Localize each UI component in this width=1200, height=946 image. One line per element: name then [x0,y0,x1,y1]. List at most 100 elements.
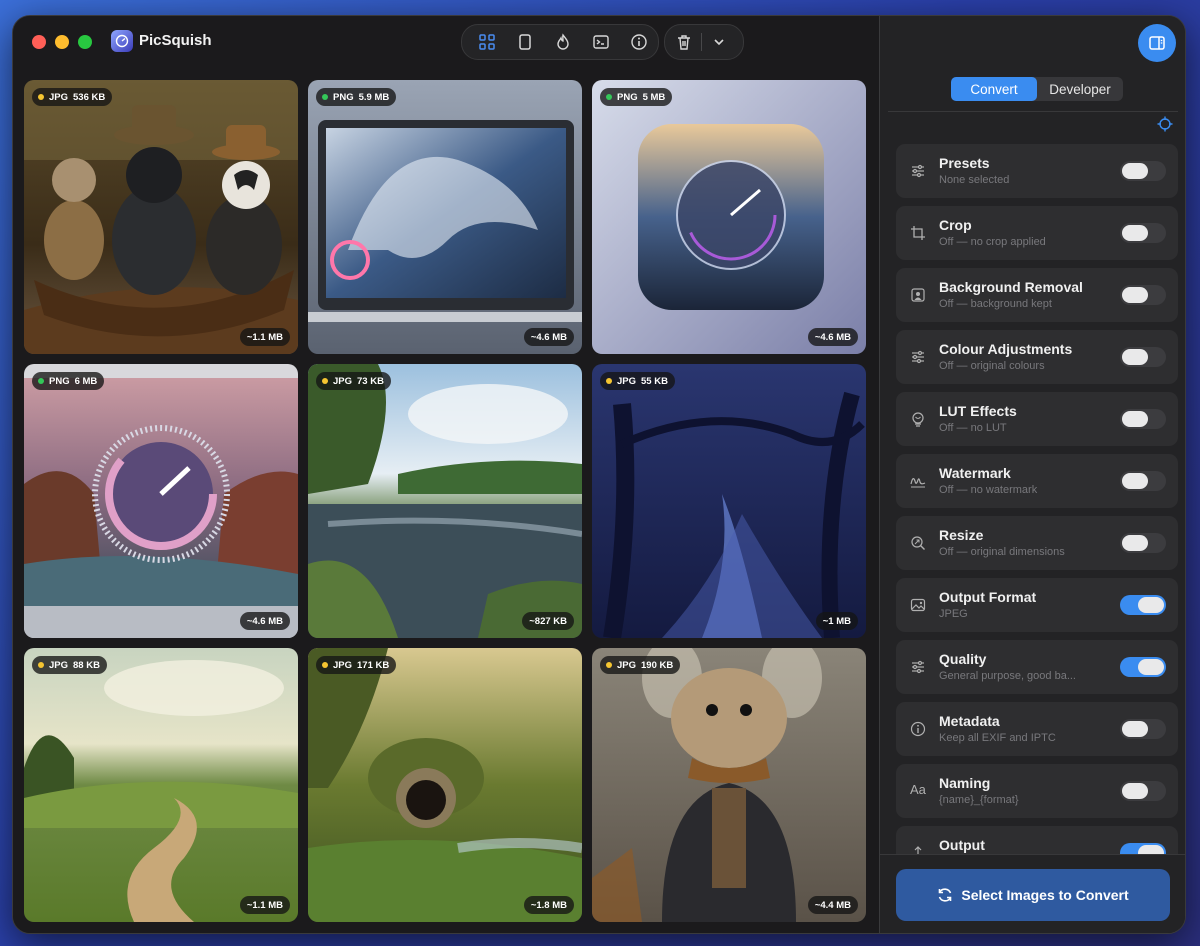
resize-toggle[interactable] [1120,533,1166,553]
format-label: JPG [333,659,353,671]
image-tile[interactable]: PNG 5.9 MB ~4.6 MB [308,80,582,354]
image-icon [910,597,926,613]
single-view-icon [519,34,531,50]
tab-developer[interactable]: Developer [1037,77,1123,101]
original-format-badge: PNG 5 MB [600,88,673,106]
original-format-badge: JPG 190 KB [600,656,681,674]
setting-subtitle: Off — no watermark [939,484,1038,496]
setting-card-presets[interactable]: Presets None selected [896,144,1178,198]
crop-toggle[interactable] [1120,223,1166,243]
colour-adjustments-toggle[interactable] [1120,347,1166,367]
original-size: 171 KB [357,659,390,671]
setting-card-quality[interactable]: Quality General purpose, good ba... [896,640,1178,694]
jpg-dot-icon [322,378,328,384]
setting-card-crop[interactable]: Crop Off — no crop applied [896,206,1178,260]
terminal-button[interactable] [582,27,620,57]
image-thumbnail [308,648,582,922]
flame-button[interactable] [544,27,582,57]
terminal-icon [593,35,609,49]
image-thumbnail [592,80,866,354]
original-format-badge: JPG 55 KB [600,372,675,390]
png-dot-icon [606,94,612,100]
image-tile[interactable]: PNG 5 MB ~4.6 MB [592,80,866,354]
delete-button[interactable] [669,27,699,57]
setting-card-output[interactable]: Output [896,826,1178,854]
lut-effects-toggle[interactable] [1120,409,1166,429]
original-format-badge: PNG 5.9 MB [316,88,397,106]
image-tile[interactable]: JPG 536 KB ~1.1 MB [24,80,298,354]
setting-card-colour-adjustments[interactable]: Colour Adjustments Off — original colour… [896,330,1178,384]
crosshair-icon[interactable] [1157,116,1173,132]
estimated-size-badge: ~1 MB [815,612,858,630]
image-tile[interactable]: JPG 73 KB ~827 KB [308,364,582,638]
action-footer: Select Images to Convert [880,854,1185,933]
image-tile[interactable]: JPG 190 KB ~4.4 MB [592,648,866,922]
grid-view-icon [479,34,495,50]
app-logo-icon [111,30,133,52]
view-toolbar [461,24,659,60]
image-tile[interactable]: JPG 88 KB ~1.1 MB [24,648,298,922]
image-thumbnail [308,364,582,638]
setting-subtitle: JPEG [939,608,968,620]
image-thumbnail [308,80,582,354]
watermark-toggle[interactable] [1120,471,1166,491]
toggle-sidebar-button[interactable] [1138,24,1176,62]
select-images-button[interactable]: Select Images to Convert [896,869,1170,921]
mode-segmented-control: Convert Developer [951,77,1123,101]
setting-card-output-format[interactable]: Output Format JPEG [896,578,1178,632]
setting-subtitle: {name}_{format} [939,794,1019,806]
setting-card-watermark[interactable]: Watermark Off — no watermark [896,454,1178,508]
toolbar-divider [701,33,702,51]
crop-icon [910,225,926,241]
tab-convert[interactable]: Convert [951,77,1037,101]
setting-title: LUT Effects [939,403,1017,419]
info-button[interactable] [620,27,658,57]
settings-sidebar: Convert Developer Presets None selected … [879,16,1185,933]
estimated-size-badge: ~827 KB [522,612,574,630]
sliders-icon [910,349,926,365]
text-aa-icon: Aa [910,782,926,797]
setting-title: Watermark [939,465,1011,481]
setting-subtitle: Off — no LUT [939,422,1007,434]
output-format-toggle[interactable] [1120,595,1166,615]
person-icon [910,287,926,303]
close-window-button[interactable] [32,35,46,49]
output-toggle[interactable] [1120,843,1166,854]
format-label: JPG [617,375,637,387]
png-dot-icon [38,378,44,384]
zoom-window-button[interactable] [78,35,92,49]
image-tile[interactable]: PNG 6 MB ~4.6 MB [24,364,298,638]
info-icon [910,721,926,737]
original-size: 5.9 MB [358,91,390,103]
sliders-icon [910,659,926,675]
original-format-badge: JPG 73 KB [316,372,391,390]
image-thumbnail [24,364,298,638]
jpg-dot-icon [606,378,612,384]
grid-view-button[interactable] [468,27,506,57]
format-label: PNG [333,91,354,103]
setting-card-lut-effects[interactable]: LUT Effects Off — no LUT [896,392,1178,446]
setting-card-resize[interactable]: Resize Off — original dimensions [896,516,1178,570]
presets-toggle[interactable] [1120,161,1166,181]
background-removal-toggle[interactable] [1120,285,1166,305]
chevron-down-icon [714,39,724,46]
setting-card-metadata[interactable]: Metadata Keep all EXIF and IPTC [896,702,1178,756]
naming-toggle[interactable] [1120,781,1166,801]
image-tile[interactable]: JPG 55 KB ~1 MB [592,364,866,638]
format-label: JPG [333,375,353,387]
original-size: 5 MB [642,91,666,103]
lut-icon [910,411,926,427]
estimated-size-badge: ~4.6 MB [523,328,574,346]
setting-card-background-removal[interactable]: Background Removal Off — background kept [896,268,1178,322]
single-view-button[interactable] [506,27,544,57]
png-dot-icon [322,94,328,100]
setting-title: Output Format [939,589,1037,605]
setting-card-naming[interactable]: Aa Naming {name}_{format} [896,764,1178,818]
sidebar-icon [1149,36,1165,50]
delete-options-button[interactable] [704,27,734,57]
setting-title: Naming [939,775,991,791]
quality-toggle[interactable] [1120,657,1166,677]
minimize-window-button[interactable] [55,35,69,49]
metadata-toggle[interactable] [1120,719,1166,739]
image-tile[interactable]: JPG 171 KB ~1.8 MB [308,648,582,922]
